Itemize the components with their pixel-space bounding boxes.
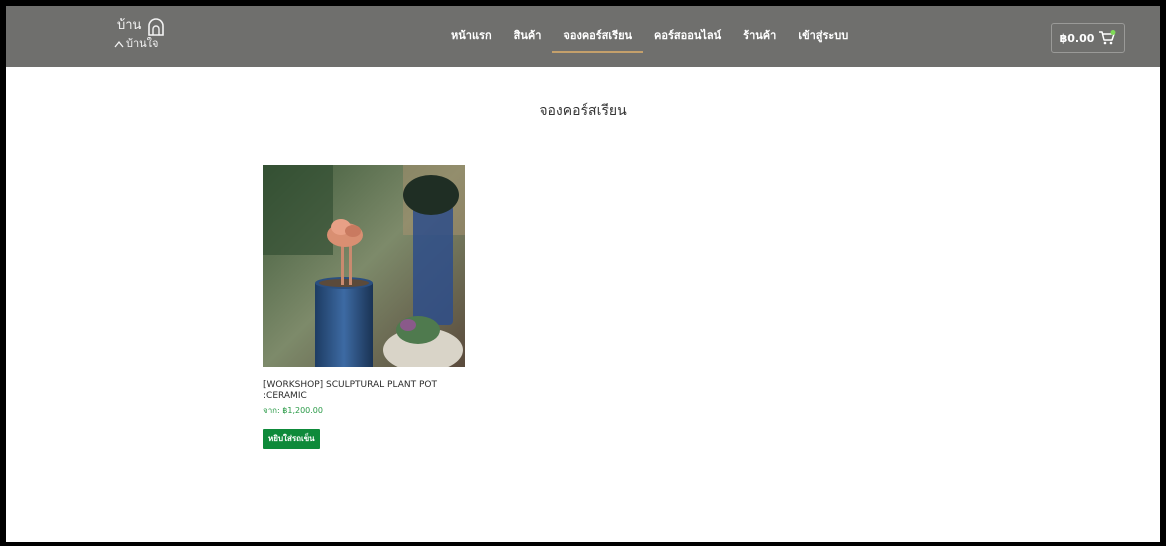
logo-house-icon: [148, 18, 164, 36]
nav-item-online-course[interactable]: คอร์สออนไลน์: [643, 29, 732, 43]
nav-item-home[interactable]: หน้าแรก: [440, 29, 503, 43]
site-logo[interactable]: บ้าน บ้านใจ: [114, 17, 176, 57]
product-name[interactable]: [WORKSHOP] SCULPTURAL PLANT POT :CERAMIC: [263, 380, 465, 402]
nav-item-login[interactable]: เข้าสู่ระบบ: [787, 29, 859, 43]
product-image[interactable]: [263, 165, 465, 367]
cart-button[interactable]: ฿0.00: [1051, 23, 1125, 53]
add-to-cart-button[interactable]: หยิบใส่รถเข็น: [263, 429, 320, 449]
main-nav: หน้าแรก สินค้า จองคอร์สเรียน คอร์สออนไลน…: [440, 29, 859, 53]
product-price: จาก: ฿1,200.00: [263, 406, 323, 415]
nav-item-shop[interactable]: ร้านค้า: [732, 29, 787, 43]
cart-total: ฿0.00: [1059, 31, 1095, 45]
product-card: [WORKSHOP] SCULPTURAL PLANT POT :CERAMIC…: [263, 165, 465, 449]
logo-text-top: บ้าน: [117, 18, 142, 33]
browser-viewport: บ้าน บ้านใจ หน้าแรก สินค้า จองคอร์สเรียน…: [6, 6, 1160, 542]
logo-roof-icon: [114, 40, 124, 48]
site-header: บ้าน บ้านใจ หน้าแรก สินค้า จองคอร์สเรียน…: [6, 6, 1160, 67]
nav-item-book-course[interactable]: จองคอร์สเรียน: [552, 29, 643, 53]
cart-icon: [1099, 30, 1116, 45]
logo-text-bottom: บ้านใจ: [126, 37, 159, 50]
page-title: จองคอร์สเรียน: [539, 103, 627, 119]
nav-item-products[interactable]: สินค้า: [503, 29, 553, 43]
